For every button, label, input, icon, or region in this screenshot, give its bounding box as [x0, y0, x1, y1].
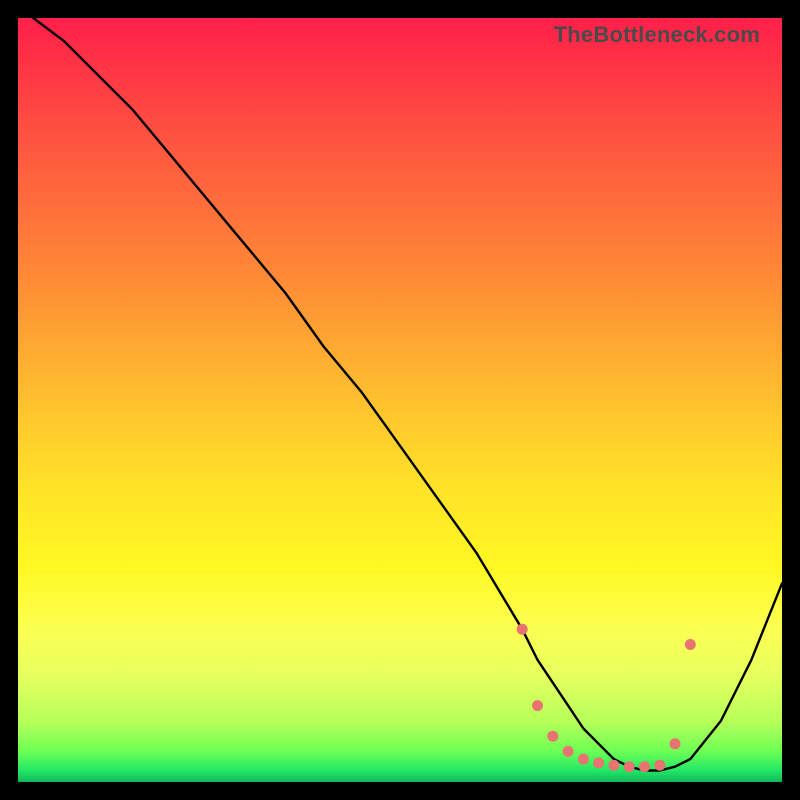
- bottleneck-curve-path: [33, 18, 782, 771]
- highlight-dot: [532, 700, 543, 711]
- highlight-dot: [517, 624, 528, 635]
- highlight-dot: [608, 760, 619, 771]
- highlight-dot: [685, 639, 696, 650]
- highlight-dot: [670, 738, 681, 749]
- highlight-dot: [639, 761, 650, 772]
- chart-plot-area: TheBottleneck.com: [18, 18, 782, 782]
- highlight-dot: [593, 757, 604, 768]
- highlight-dot: [624, 761, 635, 772]
- highlight-dot: [563, 746, 574, 757]
- chart-frame: TheBottleneck.com: [0, 0, 800, 800]
- highlight-dot: [547, 731, 558, 742]
- highlight-dot: [578, 754, 589, 765]
- chart-svg: [18, 18, 782, 782]
- highlight-dot: [654, 760, 665, 771]
